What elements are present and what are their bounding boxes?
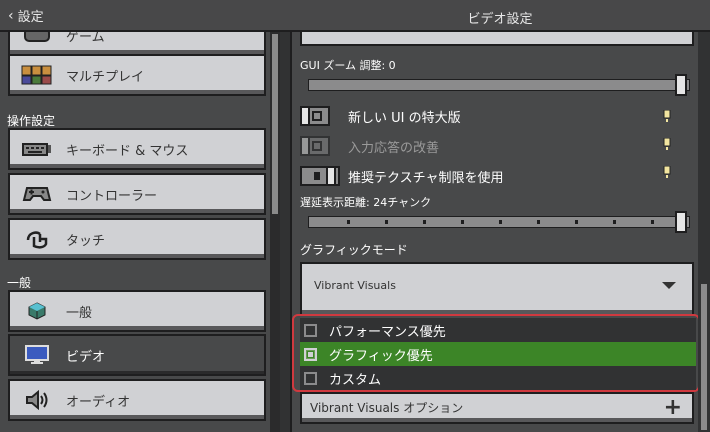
sidebar-item-controller[interactable]: コントローラー	[8, 173, 266, 215]
monitor-icon	[20, 343, 54, 367]
sidebar-item-touch[interactable]: タッチ	[8, 218, 266, 260]
sidebar-item-label: 一般	[66, 305, 93, 321]
section-general-heading: 一般	[7, 276, 32, 290]
gui-zoom-label: GUI ズーム 調整: 0	[300, 59, 396, 72]
checkbox[interactable]	[304, 323, 317, 337]
vibrant-visuals-options-label: Vibrant Visuals オプション	[310, 401, 464, 415]
sidebar-item-label: ゲーム	[66, 32, 105, 45]
video-settings-panel: GUI ズーム 調整: 0 新しい UI の特大版 入力応答の改善 推奨テクスチ…	[290, 32, 700, 432]
graphics-option-label: パフォーマンス優先	[329, 324, 446, 340]
sidebar-item-game[interactable]: ゲーム	[8, 32, 266, 56]
sidebar-item-multiplayer[interactable]: マルチプレイ	[8, 54, 266, 96]
graphics-option-performance[interactable]: パフォーマンス優先	[300, 318, 696, 342]
chevron-left-icon: ‹	[8, 7, 14, 24]
slider-tick	[575, 220, 578, 224]
toggle-row-texture-limit[interactable]: 推奨テクスチャ制限を使用	[300, 165, 503, 187]
toggle-row-input-response[interactable]: 入力応答の改善	[300, 135, 439, 157]
back-label: 設定	[17, 10, 44, 25]
back-button[interactable]: ‹ 設定	[8, 6, 44, 26]
texture-limit-label: 推奨テクスチャ制限を使用	[348, 170, 504, 186]
slider-tick	[347, 220, 350, 224]
slider-tick	[537, 220, 540, 224]
info-icon[interactable]	[660, 108, 674, 124]
checkbox[interactable]	[304, 371, 317, 385]
slider-tick	[385, 220, 388, 224]
controller-icon	[20, 182, 54, 206]
slider-tick	[499, 220, 502, 224]
sidebar-item-keyboard-mouse[interactable]: キーボード & マウス	[8, 128, 266, 170]
sidebar-item-label: ビデオ	[66, 349, 106, 365]
slider-tick	[461, 220, 464, 224]
slider-tick	[613, 220, 616, 224]
slider-tick	[651, 220, 654, 224]
graphics-mode-label: グラフィックモード	[300, 243, 408, 257]
graphics-mode-value: Vibrant Visuals	[314, 279, 396, 292]
settings-sidebar: ゲーム マルチプレイ 操作設定 キーボード & マウス コントローラー タッチ …	[0, 32, 280, 432]
render-distance-slider-knob[interactable]	[675, 211, 687, 233]
graphics-preset-options: パフォーマンス優先 グラフィック優先 カスタム	[292, 314, 700, 392]
gui-zoom-slider-knob[interactable]	[675, 74, 687, 96]
sidebar-item-label: コントローラー	[66, 188, 158, 204]
speaker-icon	[20, 388, 54, 412]
graphics-mode-dropdown[interactable]: Vibrant Visuals	[300, 262, 694, 316]
sidebar-item-general[interactable]: 一般	[8, 290, 266, 332]
input-response-label: 入力応答の改善	[348, 140, 440, 156]
chevron-down-icon	[662, 282, 676, 289]
panel-scrollbar[interactable]	[698, 32, 710, 432]
graphics-option-label: カスタム	[329, 372, 382, 388]
sidebar-scrollbar[interactable]	[270, 32, 280, 432]
render-distance-label: 遅延表示距離: 24チャンク	[300, 196, 432, 209]
sidebar-item-label: オーディオ	[66, 394, 131, 410]
page-title: ビデオ設定	[467, 12, 533, 27]
keyboard-icon	[20, 137, 54, 161]
info-icon[interactable]	[660, 164, 674, 180]
graphics-option-label: グラフィック優先	[329, 348, 433, 364]
render-distance-slider[interactable]	[308, 211, 690, 233]
sidebar-item-label: マルチプレイ	[66, 69, 145, 85]
checkbox[interactable]	[304, 347, 317, 361]
multiplayer-icon	[20, 63, 54, 87]
sidebar-item-label: キーボード & マウス	[66, 143, 189, 159]
vibrant-visuals-options-expander[interactable]: Vibrant Visuals オプション +	[300, 392, 694, 424]
sidebar-item-video[interactable]: ビデオ	[8, 334, 266, 376]
large-ui-toggle[interactable]	[300, 106, 330, 126]
info-icon[interactable]	[660, 136, 674, 152]
sidebar-item-audio[interactable]: オーディオ	[8, 379, 266, 421]
sidebar-item-label: タッチ	[66, 233, 106, 249]
texture-limit-toggle[interactable]	[300, 166, 340, 186]
panel-scrollbar-thumb[interactable]	[701, 284, 707, 430]
top-bar: ‹ 設定 ビデオ設定	[0, 0, 710, 32]
previous-control-edge	[300, 32, 694, 46]
gui-zoom-slider[interactable]	[308, 74, 690, 96]
graphics-option-custom[interactable]: カスタム	[300, 366, 696, 390]
graphics-option-quality[interactable]: グラフィック優先	[300, 342, 696, 366]
input-response-toggle[interactable]	[300, 136, 330, 156]
touch-icon	[20, 227, 54, 251]
toggle-row-large-ui[interactable]: 新しい UI の特大版	[300, 105, 461, 127]
sidebar-scrollbar-thumb[interactable]	[272, 34, 278, 214]
plus-icon: +	[663, 395, 682, 420]
game-icon	[20, 32, 54, 47]
globe-icon	[20, 299, 54, 323]
large-ui-label: 新しい UI の特大版	[348, 110, 461, 126]
slider-tick	[423, 220, 426, 224]
section-controls-heading: 操作設定	[7, 114, 56, 128]
